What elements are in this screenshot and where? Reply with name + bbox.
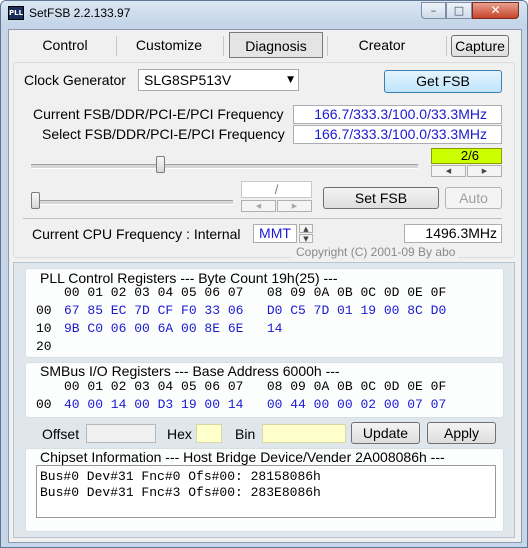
cpu-freq-label: Current CPU Frequency : Internal [32,226,241,242]
maximize-icon: □ [453,4,465,17]
bin-field[interactable] [262,424,346,443]
get-fsb-button[interactable]: Get FSB [384,70,502,93]
offset-label: Offset [42,426,80,442]
pll-title: PLL Control Registers --- Byte Count 19h… [40,270,338,286]
pll-row-bytes[interactable]: 67 85 EC 7D CF F0 33 06 D0 C5 7D 01 19 0… [64,303,446,318]
voltage-left-button[interactable]: ◀ [241,200,276,212]
mode-down-button[interactable]: ▼ [299,234,313,243]
pll-row-addr: 20 [36,339,52,354]
arrow-down-icon: ▼ [303,235,309,243]
tab-diagnosis[interactable]: Diagnosis [229,32,323,58]
arrow-left-icon: ◀ [255,202,262,210]
pll-row-addr: 00 [36,303,52,318]
smbus-row-bytes[interactable]: 40 00 14 00 D3 19 00 14 00 44 00 00 02 0… [64,397,446,412]
chevron-down-icon: ▼ [287,75,294,85]
bin-label: Bin [235,426,256,442]
tab-bar: Control Customize Diagnosis Creator Capt… [11,32,517,60]
mode-up-button[interactable]: ▲ [299,224,313,233]
cpu-freq-value: 1496.3MHz [404,224,502,243]
clock-generator-select[interactable]: SLG8SP513V ▼ [138,69,299,91]
current-freq-label: Current FSB/DDR/PCI-E/PCI Frequency [33,106,284,122]
hex-field[interactable] [196,424,222,443]
fsb-slider-thumb[interactable] [155,156,165,173]
arrow-right-icon: ▶ [481,167,488,175]
pll-header-row: 00 01 02 03 04 05 06 07 08 09 0A 0B 0C 0… [64,285,447,300]
tab-separator [223,36,224,56]
voltage-slider-thumb[interactable] [31,192,40,209]
hex-label: Hex [167,426,192,442]
smbus-row-addr: 00 [36,397,52,412]
cpu-mode-field[interactable]: MMT [253,224,297,243]
arrow-right-icon: ▶ [291,202,298,210]
tab-control[interactable]: Control [15,32,115,58]
tab-separator [327,36,328,56]
voltage-right-button[interactable]: ▶ [277,200,312,212]
tab-separator [116,36,117,56]
tab-creator[interactable]: Creator [331,32,433,58]
maximize-button[interactable]: □ [446,2,472,19]
setfsb-window: PLL SetFSB 2.2.133.97 – □ ✕ Control Cust… [0,0,528,548]
voltage-slider-track[interactable] [31,200,233,205]
apply-button[interactable]: Apply [427,422,496,444]
pll-row-bytes[interactable]: 9B C0 06 00 6A 00 8E 6E 14 [64,321,282,336]
set-fsb-button[interactable]: Set FSB [323,187,439,209]
step-right-button[interactable]: ▶ [467,165,502,177]
chipset-line: Bus#0 Dev#31 Fnc#0 Ofs#00: 28158086h [40,469,321,484]
step-left-button[interactable]: ◀ [431,165,466,177]
clock-generator-label: Clock Generator [24,72,126,88]
update-button[interactable]: Update [351,422,420,444]
minimize-button[interactable]: – [421,2,446,19]
clock-generator-value: SLG8SP513V [144,72,232,88]
offset-field[interactable] [86,424,156,443]
window-title: SetFSB 2.2.133.97 [29,6,131,20]
select-freq-label: Select FSB/DDR/PCI-E/PCI Frequency [42,126,285,142]
smbus-header-row: 00 01 02 03 04 05 06 07 08 09 0A 0B 0C 0… [64,379,447,394]
pll-row-addr: 10 [36,321,52,336]
chipset-line: Bus#0 Dev#31 Fnc#3 Ofs#00: 283E8086h [40,485,321,500]
arrow-left-icon: ◀ [445,167,452,175]
title-bar[interactable]: PLL SetFSB 2.2.133.97 – □ ✕ [1,1,527,25]
copyright-text: Copyright (C) 2001-09 By abo [293,245,459,259]
close-icon: ✕ [490,3,501,17]
client-area: Control Customize Diagnosis Creator Capt… [8,29,522,543]
tab-separator [446,36,447,56]
divider [23,218,502,219]
fsb-slider-track[interactable] [31,164,418,169]
auto-button[interactable]: Auto [445,187,502,209]
current-freq-value: 166.7/333.3/100.0/33.3MHz [293,105,502,124]
minimize-icon: – [430,4,437,17]
select-freq-value: 166.7/333.3/100.0/33.3MHz [293,125,502,144]
arrow-up-icon: ▲ [303,225,309,233]
app-icon: PLL [8,6,24,20]
voltage-step-field: / [241,181,312,198]
smbus-title: SMBus I/O Registers --- Base Address 600… [40,363,340,379]
close-button[interactable]: ✕ [472,2,519,19]
tab-customize[interactable]: Customize [119,32,219,58]
capture-button[interactable]: Capture [451,35,509,57]
chipset-title: Chipset Information --- Host Bridge Devi… [40,449,445,465]
pll-step-indicator: 2/6 [431,148,502,164]
